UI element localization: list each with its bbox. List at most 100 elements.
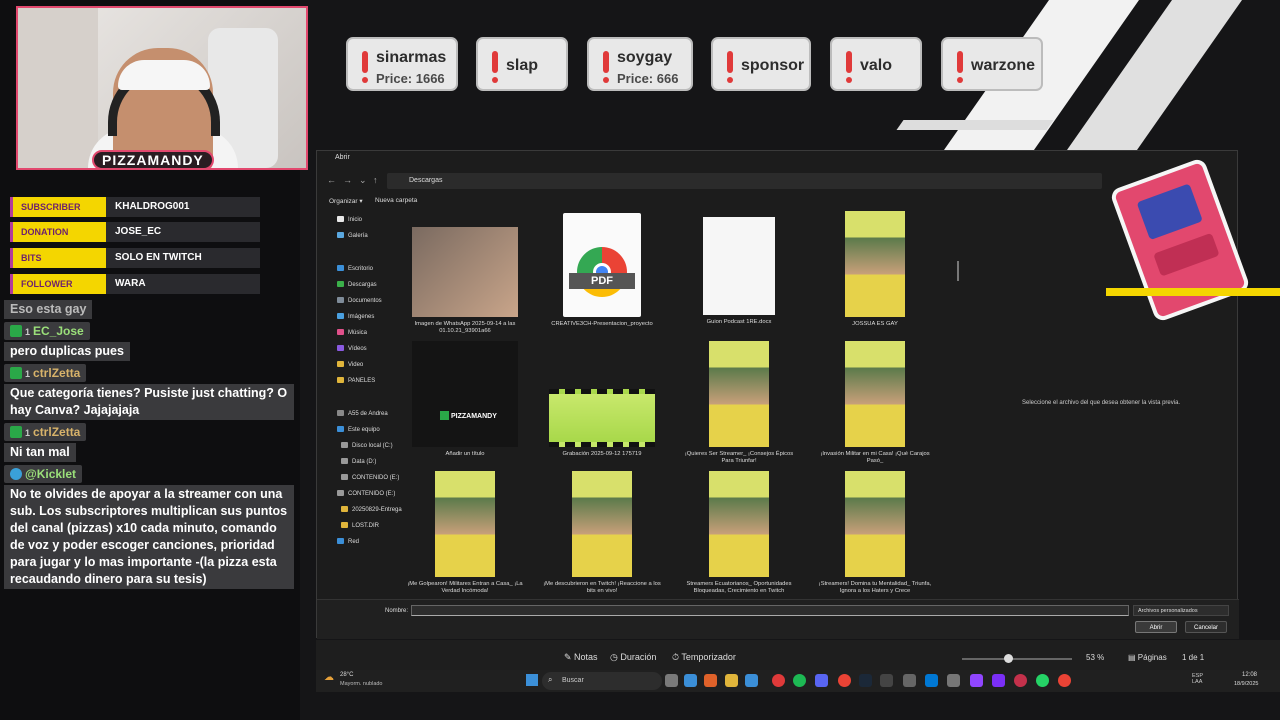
discord-icon[interactable] <box>815 674 828 687</box>
alert-label: BITS <box>10 248 106 268</box>
video-thumbnail <box>435 471 495 577</box>
nav-item[interactable]: Video <box>337 361 363 368</box>
app-icon[interactable] <box>704 674 717 687</box>
outlook-icon[interactable] <box>925 674 938 687</box>
chevron-down-icon[interactable]: ⌄ <box>359 175 367 186</box>
taskbar-search[interactable]: Buscar <box>542 672 662 690</box>
command-name: soygay <box>617 49 673 66</box>
nav-item[interactable]: Data (D:) <box>341 458 376 465</box>
app-icon[interactable] <box>880 674 893 687</box>
file-item[interactable]: ¡Me Golpearon! Militares Entran a Casa_ … <box>405 471 525 595</box>
back-arrow-icon[interactable]: ← <box>327 175 336 185</box>
nav-item[interactable]: Imágenes <box>337 313 374 320</box>
file-item[interactable]: ¡Me descubrieron en Twitch! ¡Reaccione a… <box>542 471 662 595</box>
twitch-icon[interactable] <box>970 674 983 687</box>
file-item[interactable]: ¡Quieres Ser Streamer_ ¡Consejos Épicos … <box>679 341 799 465</box>
app-icon[interactable] <box>1014 674 1027 687</box>
nav-item[interactable]: 20250829-Entrega <box>341 506 402 513</box>
chat-message: Ni tan mal <box>4 443 76 462</box>
folder-icon <box>341 506 348 512</box>
file-item[interactable]: Streamers Ecuatorianos_ Oportunidades Bl… <box>679 471 799 595</box>
command-price: Price: 666 <box>617 71 679 86</box>
chrome-icon[interactable] <box>838 674 851 687</box>
app-icon[interactable] <box>745 674 758 687</box>
file-item[interactable]: Guion Podcast 1RE.docx <box>679 217 799 326</box>
notes-button[interactable]: ✎ Notas <box>564 652 598 663</box>
file-item[interactable]: PIZZAMANDY Añadir un título <box>405 341 525 458</box>
file-type-select[interactable]: Archivos personalizados <box>1133 605 1229 616</box>
bot-badge-icon <box>10 468 22 480</box>
file-name: Añadir un título <box>445 451 485 457</box>
chrome-icon[interactable] <box>1058 674 1071 687</box>
file-item[interactable]: ¡Streamers! Domina tu Mentalidad_ Triunf… <box>815 471 935 595</box>
weather-icon: ☁ <box>324 672 334 683</box>
weather-desc: Mayorm. nublado <box>340 681 383 687</box>
language-indicator[interactable]: ESP LAA <box>1192 673 1212 685</box>
open-file-dialog: Abrir ← → ⌄ ↑ Descargas Organizar ▾ Nuev… <box>316 150 1239 639</box>
zoom-slider-thumb[interactable] <box>1004 654 1013 663</box>
phone-icon <box>337 410 344 416</box>
nav-item[interactable]: Disco local (C:) <box>341 442 393 449</box>
steam-icon[interactable] <box>859 674 872 687</box>
file-item[interactable]: ¡Invasión Militar en mi Casa! ¡Qué Caraj… <box>815 341 935 465</box>
sub-badge-icon <box>10 426 22 438</box>
cancel-button[interactable]: Cancelar <box>1185 621 1227 633</box>
alert-value: JOSE_EC <box>106 222 260 242</box>
nav-item[interactable]: Red <box>337 538 359 545</box>
new-folder-button[interactable]: Nueva carpeta <box>375 197 417 204</box>
file-name: ¡Me descubrieron en Twitch! ¡Reaccione a… <box>543 581 661 594</box>
file-item[interactable]: Grabación 2025-09-12 175719 <box>542 389 662 458</box>
file-item[interactable]: PDF CREATIVE3CH-Presentacion_proyecto <box>542 213 662 328</box>
nav-item[interactable]: PANELES <box>337 377 375 384</box>
nav-item[interactable]: CONTENIDO (E:) <box>341 474 399 481</box>
nav-item[interactable]: Documentos <box>337 297 382 304</box>
command-chip-sponsor: sponsor <box>711 37 811 91</box>
zoom-slider[interactable] <box>962 658 1072 660</box>
file-item[interactable]: JOSSUA ES GAY <box>815 211 935 328</box>
app-icon[interactable] <box>903 674 916 687</box>
sub-badge-icon <box>10 325 22 337</box>
chrome-icon[interactable] <box>772 674 785 687</box>
command-name: sponsor <box>741 57 805 74</box>
nav-item[interactable]: Inicio <box>337 216 362 223</box>
nav-item[interactable]: LOST.DIR <box>341 522 379 529</box>
whatsapp-icon[interactable] <box>1036 674 1049 687</box>
organize-menu[interactable]: Organizar ▾ <box>329 197 363 205</box>
nav-item[interactable]: Descargas <box>337 281 377 288</box>
scrollbar-thumb[interactable] <box>957 261 959 281</box>
nav-item[interactable]: Este equipo <box>337 426 380 433</box>
duration-button[interactable]: ◷ Duración <box>610 652 656 663</box>
spotify-icon[interactable] <box>793 674 806 687</box>
video-thumbnail <box>549 389 655 447</box>
app-icon[interactable] <box>992 674 1005 687</box>
edge-icon[interactable] <box>684 674 697 687</box>
app-icon[interactable] <box>947 674 960 687</box>
nav-item[interactable]: CONTENIDO (E:) <box>337 490 395 497</box>
filename-input[interactable] <box>411 605 1129 616</box>
yellow-bar <box>1106 288 1280 296</box>
network-icon <box>337 538 344 544</box>
video-thumbnail <box>709 471 769 577</box>
task-view-icon[interactable] <box>665 674 678 687</box>
command-chip-sinarmas: sinarmas Price: 1666 <box>346 37 458 91</box>
nav-item[interactable]: A55 de Andrea <box>337 410 388 417</box>
alert-value: SOLO EN TWITCH <box>106 248 260 268</box>
nav-item[interactable]: Galería <box>337 232 368 239</box>
up-arrow-icon[interactable]: ↑ <box>373 175 378 185</box>
address-bar[interactable]: Descargas <box>387 173 1102 189</box>
zoom-level: 53 % <box>1086 653 1105 662</box>
chat-username: 1 ctrlZetta <box>4 423 87 441</box>
nav-item[interactable]: Vídeos <box>337 345 367 352</box>
file-item[interactable]: Imagen de WhatsApp 2025-09-14 a las 01.1… <box>405 227 525 335</box>
dialog-footer: Nombre: Archivos personalizados Abrir Ca… <box>317 599 1239 639</box>
timer-button[interactable]: ⏱ Temporizador <box>672 652 736 663</box>
command-name: warzone <box>971 57 1036 74</box>
pages-button[interactable]: ▤ Páginas <box>1128 653 1167 662</box>
file-explorer-icon[interactable] <box>725 674 738 687</box>
nav-item[interactable]: Escritorio <box>337 265 373 272</box>
nav-item[interactable]: Música <box>337 329 367 336</box>
open-button[interactable]: Abrir <box>1135 621 1177 633</box>
forward-arrow-icon[interactable]: → <box>343 175 352 185</box>
video-icon <box>337 345 344 351</box>
windows-start-icon[interactable] <box>526 674 538 686</box>
